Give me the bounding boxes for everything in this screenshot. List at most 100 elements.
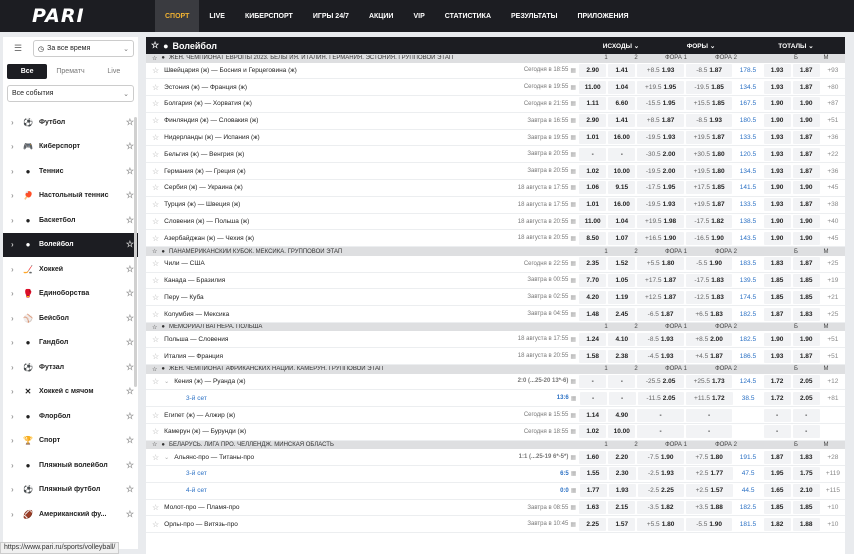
odds-cell[interactable]: 4.90: [607, 408, 636, 422]
odd-value[interactable]: 1.19: [608, 290, 636, 304]
odds-cell[interactable]: 1.87: [792, 164, 821, 178]
odds-cell[interactable]: 1.85: [763, 290, 792, 304]
table-row[interactable]: ☆ ⌄ Кения (ж) — Руанда (ж) 2:0 (...25-20 13…: [146, 374, 845, 391]
sidebar-item-sport[interactable]: › ● Теннис ☆: [3, 159, 138, 184]
table-row[interactable]: 3-й сет 13:6 ▦ - - -11.5 2.05 +11.5 1.72 38.5 1.72…: [146, 390, 845, 408]
odd-value[interactable]: 1.87: [792, 349, 820, 363]
odds-cell[interactable]: +11.5 1.72: [685, 391, 733, 405]
more-markets-link[interactable]: +51: [821, 353, 845, 360]
match-teams[interactable]: ☆ Молот-про — Пламя-про: [146, 503, 493, 512]
odds-cell[interactable]: 1.87: [792, 131, 821, 145]
star-icon[interactable]: ☆: [152, 520, 159, 529]
odds-cell[interactable]: -: [763, 425, 792, 439]
odd-value[interactable]: +2.5 1.57: [686, 484, 733, 498]
odd-value[interactable]: 1.90: [792, 215, 820, 229]
odd-value[interactable]: +17.5 1.87: [637, 273, 684, 287]
more-markets-link[interactable]: +19: [821, 277, 845, 284]
sidebar-item-sport[interactable]: › ⚽ Футзал ☆: [3, 355, 138, 380]
sidebar-scrollbar[interactable]: [134, 117, 137, 387]
odd-value[interactable]: 1.75: [792, 467, 820, 481]
sidebar-item-sport[interactable]: › 🏈 Американский фу... ☆: [3, 502, 138, 527]
odds-cell[interactable]: +16.5 1.90: [636, 231, 685, 245]
odds-cell[interactable]: +19.5 1.98: [636, 215, 685, 229]
odd-value[interactable]: -12.5 1.83: [685, 290, 733, 304]
nav-item[interactable]: АКЦИИ: [359, 0, 404, 32]
match-teams[interactable]: ☆ Турция (ж) — Швеция (ж): [146, 200, 493, 209]
odds-cell[interactable]: +17.5 1.87: [636, 273, 685, 287]
table-row[interactable]: ☆ Словения (ж) — Польша (ж) 18 августа в 2…: [146, 214, 845, 231]
odds-cell[interactable]: 1.87: [792, 80, 821, 94]
odds-cell[interactable]: -30.5 2.00: [636, 147, 685, 161]
odds-cell[interactable]: 8.50: [578, 231, 607, 245]
more-markets-link[interactable]: +38: [821, 201, 845, 208]
more-markets-link[interactable]: +21: [821, 294, 845, 301]
odds-cell[interactable]: -12.5 1.83: [685, 290, 734, 304]
odd-value[interactable]: -7.5 1.90: [637, 450, 684, 464]
sidebar-item-sport[interactable]: › 🏒 Хоккей ☆: [3, 257, 138, 282]
odds-cell[interactable]: -2.5 2.25: [637, 484, 685, 498]
odd-value[interactable]: -: [685, 425, 733, 439]
odds-cell[interactable]: 1.57: [607, 517, 636, 531]
odd-value[interactable]: 1.90: [763, 332, 791, 346]
odd-value[interactable]: 2.38: [608, 349, 636, 363]
odd-value[interactable]: 1.87: [792, 198, 820, 212]
odd-value[interactable]: 2.45: [608, 307, 636, 321]
odd-value[interactable]: 1.87: [792, 164, 820, 178]
star-icon[interactable]: ☆: [152, 99, 159, 108]
odd-value[interactable]: 1.90: [763, 114, 791, 128]
odds-cell[interactable]: 1.85: [763, 273, 792, 287]
odds-cell[interactable]: -25.5 2.05: [636, 374, 685, 388]
odds-cell[interactable]: 124.5: [733, 378, 762, 385]
odds-cell[interactable]: +2.5 1.57: [685, 484, 733, 498]
odd-value[interactable]: -3.5 1.82: [637, 501, 684, 515]
match-teams[interactable]: ☆ Сербия (ж) — Украина (ж): [146, 183, 493, 192]
odds-cell[interactable]: 11.00: [578, 215, 607, 229]
star-icon[interactable]: ☆: [152, 503, 159, 512]
more-markets-link[interactable]: +45: [821, 184, 845, 191]
star-icon[interactable]: ☆: [126, 386, 134, 397]
odd-value[interactable]: -: [792, 425, 820, 439]
more-markets-link[interactable]: +12: [821, 378, 845, 385]
odd-value[interactable]: -17.5 1.82: [685, 215, 733, 229]
table-row[interactable]: 4-й сет 0:0 ▦ 1.77 1.93 -2.5 2.25 +2.5 1.57 44.5 1…: [146, 483, 845, 500]
star-icon[interactable]: ☆: [152, 116, 159, 125]
odds-cell[interactable]: 1.83: [792, 307, 821, 321]
match-teams[interactable]: ☆ Италия — Франция: [146, 352, 493, 361]
odds-cell[interactable]: +15.5 1.85: [685, 97, 734, 111]
odds-cell[interactable]: -19.5 1.93: [636, 198, 685, 212]
table-row[interactable]: ☆ Бельгия (ж) — Венгрия (ж) Завтра в 20:55…: [146, 146, 845, 164]
odds-cell[interactable]: -3.5 1.82: [636, 501, 685, 515]
more-markets-link[interactable]: +40: [821, 218, 845, 225]
table-row[interactable]: ☆ Перу — Куба Завтра в 02:55 ▦ 4.20 1.19 +12.5…: [146, 289, 845, 307]
odd-value[interactable]: 1.87: [792, 131, 820, 145]
star-icon[interactable]: ☆: [151, 40, 159, 51]
match-teams[interactable]: ☆ Бельгия (ж) — Венгрия (ж): [146, 150, 493, 159]
star-icon[interactable]: ☆: [152, 200, 159, 209]
odd-value[interactable]: 6.60: [608, 97, 636, 111]
events-filter-select[interactable]: Все события ⌄: [7, 85, 134, 102]
odds-cell[interactable]: -16.5 1.90: [685, 231, 734, 245]
odd-value[interactable]: 1.72: [763, 391, 791, 405]
odd-value[interactable]: -: [763, 425, 791, 439]
match-teams[interactable]: ☆ Швейцария (ж) — Босния и Герцеговина (ж…: [146, 66, 493, 75]
more-markets-link[interactable]: +36: [821, 134, 845, 141]
stats-icon[interactable]: ▦: [570, 277, 578, 284]
match-teams[interactable]: ☆ Перу — Куба: [146, 293, 493, 302]
star-icon[interactable]: ☆: [152, 276, 159, 285]
star-icon[interactable]: ☆: [152, 377, 159, 386]
odds-cell[interactable]: +17.5 1.85: [685, 181, 734, 195]
star-icon[interactable]: ☆: [126, 215, 134, 226]
odd-value[interactable]: -30.5 2.00: [637, 147, 684, 161]
odd-value[interactable]: -8.5 1.93: [685, 114, 733, 128]
odds-cell[interactable]: 1.95: [763, 467, 792, 481]
star-icon[interactable]: ☆: [126, 411, 134, 422]
chevron-down-icon[interactable]: ⌄: [164, 378, 169, 385]
odds-cell[interactable]: +19.5 1.80: [685, 164, 734, 178]
odd-value[interactable]: 1.65: [763, 484, 791, 498]
league-header[interactable]: ☆ ● ЖЕН. ЧЕМПИОНАТ ЕВРОПЫ 2023. БЕЛЬГИЯ. И…: [146, 54, 845, 63]
sidebar-tab[interactable]: Прематч: [50, 64, 90, 79]
sidebar-tab[interactable]: Все: [7, 64, 48, 79]
odds-cell[interactable]: 1.41: [607, 63, 636, 77]
star-icon[interactable]: ☆: [152, 310, 159, 319]
odds-cell[interactable]: +19.5 1.95: [636, 80, 685, 94]
